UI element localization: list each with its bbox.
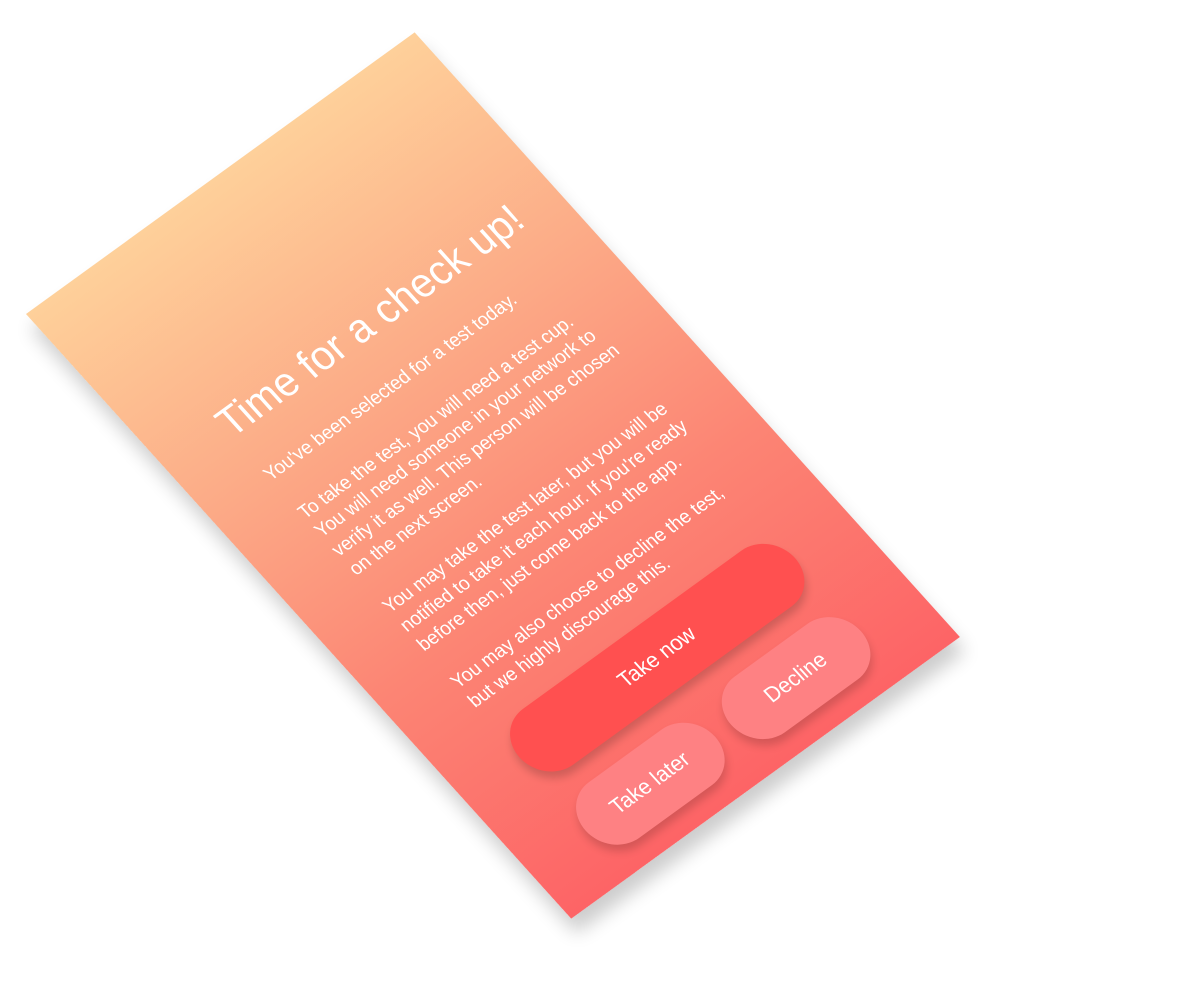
stage: Time for a check up! You've been selecte… bbox=[0, 0, 1195, 995]
check-up-card: Time for a check up! You've been selecte… bbox=[26, 32, 960, 919]
